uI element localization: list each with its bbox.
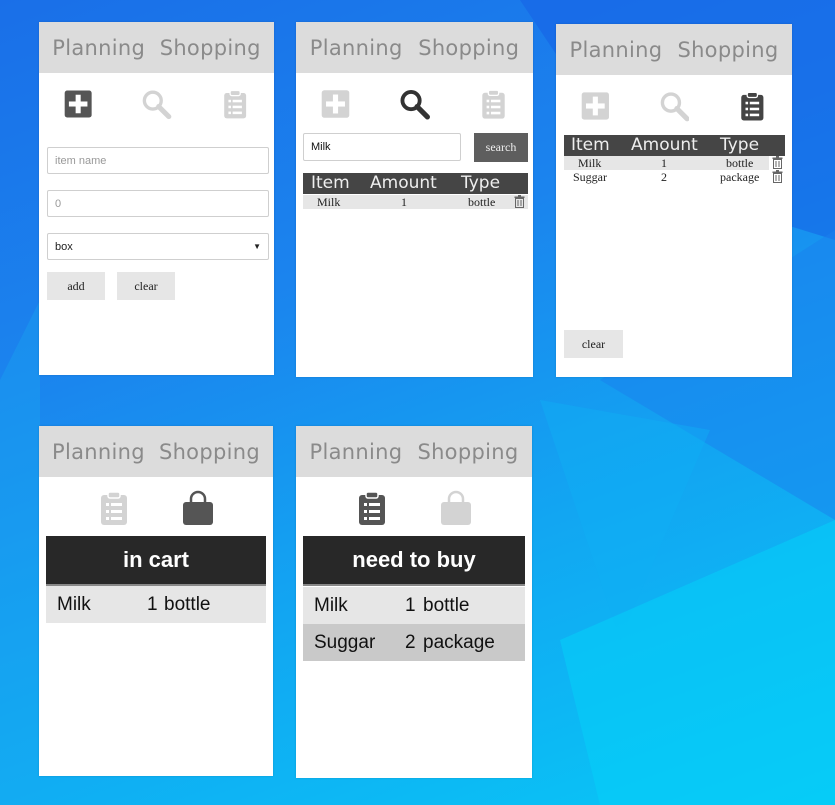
- add-button[interactable]: add: [47, 272, 105, 300]
- row-type: bottle: [423, 595, 470, 616]
- top-nav: Planning Shopping: [556, 24, 792, 75]
- col-item: Item: [571, 135, 610, 155]
- nav-shopping[interactable]: Shopping: [418, 36, 519, 60]
- row-type: package: [720, 170, 760, 184]
- row-item: Milk: [57, 594, 91, 615]
- trash-icon[interactable]: [772, 156, 783, 169]
- caret-down-icon: ▼: [253, 242, 261, 251]
- row-amount: 1: [401, 195, 407, 209]
- search-button[interactable]: search: [474, 133, 528, 162]
- col-type: Type: [461, 173, 501, 193]
- nav-planning[interactable]: Planning: [52, 36, 145, 60]
- clipboard-list-icon[interactable]: [478, 86, 509, 122]
- shopping-bag-icon[interactable]: [180, 490, 216, 526]
- row-type: bottle: [164, 594, 211, 615]
- nav-planning[interactable]: Planning: [310, 440, 403, 464]
- item-name-input[interactable]: item name: [47, 147, 269, 174]
- plus-square-icon[interactable]: [320, 86, 351, 122]
- row-amount: 1: [661, 156, 667, 170]
- magnifier-icon[interactable]: [141, 86, 172, 122]
- search-panel: Planning Shopping Milk search Item Amoun…: [296, 22, 533, 377]
- table-row: Milk 1 bottle: [303, 195, 528, 209]
- col-item: Item: [311, 173, 350, 193]
- type-select[interactable]: box ▼: [47, 233, 269, 260]
- col-type: Type: [720, 135, 760, 155]
- clipboard-list-icon[interactable]: [737, 88, 768, 124]
- list-table-header: Item Amount Type: [564, 135, 785, 156]
- planning-list-panel: Planning Shopping Item Amount Type Milk …: [556, 24, 792, 377]
- trash-icon[interactable]: [772, 170, 783, 183]
- shopping-icons: [39, 477, 273, 539]
- nav-shopping[interactable]: Shopping: [417, 440, 518, 464]
- cart-row[interactable]: Milk 1 bottle: [46, 586, 266, 623]
- in-cart-title: in cart: [46, 536, 266, 586]
- row-amount: 1: [405, 595, 416, 616]
- row-type: package: [423, 632, 495, 653]
- row-amount: 2: [405, 632, 416, 653]
- plus-square-icon[interactable]: [63, 86, 93, 122]
- row-type: bottle: [726, 156, 754, 170]
- row-type: bottle: [468, 195, 496, 209]
- clipboard-list-icon[interactable]: [96, 490, 132, 526]
- results-table-header: Item Amount Type: [303, 173, 528, 194]
- col-amount: Amount: [631, 135, 698, 155]
- row-item: Milk: [314, 595, 348, 616]
- row-amount: 2: [661, 170, 667, 184]
- type-select-value: box: [55, 240, 73, 253]
- plus-square-icon[interactable]: [580, 88, 611, 124]
- trash-icon[interactable]: [514, 195, 525, 208]
- buy-row[interactable]: Milk 1 bottle: [303, 587, 525, 624]
- item-name-placeholder: item name: [55, 154, 107, 167]
- clipboard-list-icon[interactable]: [220, 86, 250, 122]
- top-nav: Planning Shopping: [296, 22, 533, 73]
- tool-icons: [296, 73, 533, 135]
- table-row: Suggar 2 package: [564, 170, 769, 184]
- nav-planning[interactable]: Planning: [570, 38, 663, 62]
- nav-shopping[interactable]: Shopping: [160, 36, 261, 60]
- table-row: Milk 1 bottle: [564, 156, 769, 170]
- clear-button[interactable]: clear: [117, 272, 175, 300]
- top-nav: Planning Shopping: [39, 426, 273, 477]
- amount-placeholder: 0: [55, 197, 62, 210]
- need-to-buy-title: need to buy: [303, 536, 525, 586]
- in-cart-panel: Planning Shopping in cart Milk 1 bottle: [39, 426, 273, 776]
- clipboard-list-icon[interactable]: [354, 490, 390, 526]
- row-item: Milk: [317, 195, 341, 209]
- clear-list-button[interactable]: clear: [564, 330, 623, 358]
- magnifier-icon[interactable]: [659, 88, 690, 124]
- row-item: Suggar: [573, 170, 607, 184]
- row-item: Suggar: [314, 632, 376, 653]
- nav-planning[interactable]: Planning: [52, 440, 145, 464]
- shopping-icons: [296, 477, 532, 539]
- nav-planning[interactable]: Planning: [310, 36, 403, 60]
- nav-shopping[interactable]: Shopping: [677, 38, 778, 62]
- top-nav: Planning Shopping: [39, 22, 274, 73]
- need-to-buy-panel: Planning Shopping need to buy Milk 1 bot…: [296, 426, 532, 778]
- amount-input[interactable]: 0: [47, 190, 269, 217]
- top-nav: Planning Shopping: [296, 426, 532, 477]
- search-input[interactable]: Milk: [303, 133, 461, 161]
- row-item: Milk: [578, 156, 602, 170]
- row-amount: 1: [147, 594, 158, 615]
- col-amount: Amount: [370, 173, 437, 193]
- add-item-panel: Planning Shopping item name 0 box ▼ add …: [39, 22, 274, 375]
- nav-shopping[interactable]: Shopping: [159, 440, 260, 464]
- search-query: Milk: [311, 141, 331, 153]
- magnifier-icon[interactable]: [399, 86, 430, 122]
- tool-icons: [556, 75, 792, 137]
- buy-row[interactable]: Suggar 2 package: [303, 624, 525, 661]
- tool-icons: [39, 73, 274, 135]
- shopping-bag-icon[interactable]: [438, 490, 474, 526]
